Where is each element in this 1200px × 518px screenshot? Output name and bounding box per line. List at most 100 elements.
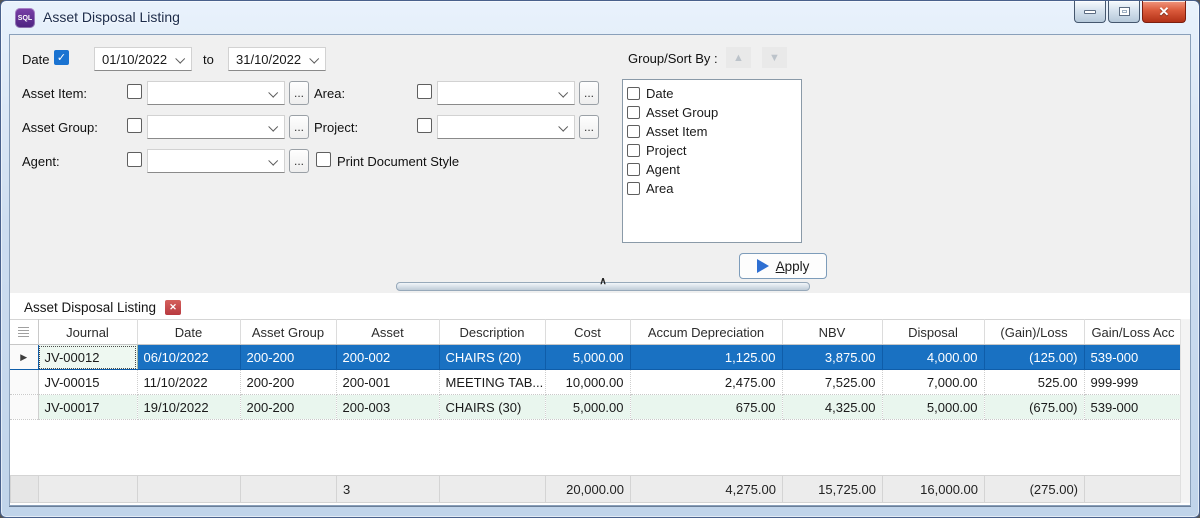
footer-cell (1085, 476, 1183, 503)
grid-cell[interactable]: CHAIRS (20) (439, 345, 545, 370)
asset-item-browse-button[interactable]: ... (289, 81, 309, 105)
print-document-style-checkbox[interactable] (316, 152, 331, 167)
column-header[interactable]: NBV (782, 320, 882, 345)
maximize-button[interactable] (1108, 1, 1140, 23)
footer-cell (39, 476, 138, 503)
area-browse-button[interactable]: ... (579, 81, 599, 105)
grid-cell[interactable]: 4,000.00 (882, 345, 984, 370)
option-checkbox[interactable] (627, 144, 640, 157)
grid-cell[interactable]: 4,325.00 (782, 395, 882, 420)
grid-cell[interactable]: 539-000 (1084, 345, 1182, 370)
grid-cell[interactable]: CHAIRS (30) (439, 395, 545, 420)
agent-browse-button[interactable]: ... (289, 149, 309, 173)
column-header[interactable]: Cost (545, 320, 630, 345)
group-sort-option[interactable]: Asset Item (627, 122, 801, 141)
vertical-scrollbar[interactable] (1180, 319, 1190, 503)
group-sort-option[interactable]: Project (627, 141, 801, 160)
table-row[interactable]: JV-0001719/10/2022200-200200-003CHAIRS (… (10, 395, 1182, 420)
project-browse-button[interactable]: ... (579, 115, 599, 139)
column-header[interactable]: (Gain)/Loss (984, 320, 1084, 345)
play-icon (757, 259, 769, 273)
table-footer: 320,000.004,275.0015,725.0016,000.00(275… (10, 475, 1183, 503)
date-to-combo[interactable]: 31/10/2022 (228, 47, 326, 71)
grid-cell[interactable]: 200-200 (240, 370, 336, 395)
grid-cell[interactable]: 5,000.00 (545, 345, 630, 370)
option-checkbox[interactable] (627, 106, 640, 119)
grid-cell[interactable]: 10,000.00 (545, 370, 630, 395)
option-checkbox[interactable] (627, 182, 640, 195)
move-up-button[interactable]: ▲ (726, 47, 751, 68)
group-sort-listbox[interactable]: DateAsset GroupAsset ItemProjectAgentAre… (622, 79, 802, 243)
option-checkbox[interactable] (627, 125, 640, 138)
grid-cell[interactable]: 675.00 (630, 395, 782, 420)
project-combo[interactable] (437, 115, 575, 139)
move-down-button[interactable]: ▼ (762, 47, 787, 68)
asset-item-combo[interactable] (147, 81, 285, 105)
grid-cell[interactable]: 200-001 (336, 370, 439, 395)
grid-cell[interactable]: 999-999 (1084, 370, 1182, 395)
area-checkbox[interactable] (417, 84, 432, 99)
tab-close-button[interactable]: ✕ (165, 300, 181, 315)
group-sort-label: Group/Sort By : (628, 51, 718, 66)
area-combo[interactable] (437, 81, 575, 105)
grid-cell[interactable]: 1,125.00 (630, 345, 782, 370)
option-checkbox[interactable] (627, 87, 640, 100)
grid-cell[interactable]: 5,000.00 (882, 395, 984, 420)
grid-cell[interactable]: 200-200 (240, 345, 336, 370)
grid-cell[interactable]: JV-00015 (38, 370, 137, 395)
date-from-combo[interactable]: 01/10/2022 (94, 47, 192, 71)
table-row[interactable]: JV-0001511/10/2022200-200200-001MEETING … (10, 370, 1182, 395)
date-checkbox[interactable]: ✓ (54, 50, 69, 65)
column-header[interactable]: Date (137, 320, 240, 345)
grid-cell[interactable]: 200-003 (336, 395, 439, 420)
grid-cell[interactable]: 7,525.00 (782, 370, 882, 395)
group-sort-option[interactable]: Asset Group (627, 103, 801, 122)
grid-cell[interactable]: 200-200 (240, 395, 336, 420)
check-icon: ✓ (57, 51, 66, 64)
grid-cell[interactable]: 5,000.00 (545, 395, 630, 420)
column-header[interactable]: Asset (336, 320, 439, 345)
grid-cell[interactable]: 2,475.00 (630, 370, 782, 395)
row-indicator-header[interactable] (10, 320, 38, 345)
group-sort-option[interactable]: Date (627, 84, 801, 103)
grid-cell[interactable]: 200-002 (336, 345, 439, 370)
column-header[interactable]: Disposal (882, 320, 984, 345)
project-checkbox[interactable] (417, 118, 432, 133)
grid-cell[interactable]: 19/10/2022 (137, 395, 240, 420)
asset-item-checkbox[interactable] (127, 84, 142, 99)
grid-cell[interactable]: 3,875.00 (782, 345, 882, 370)
footer-row: 320,000.004,275.0015,725.0016,000.00(275… (11, 476, 1183, 503)
close-button[interactable]: ✕ (1142, 1, 1186, 23)
table-row[interactable]: ▶JV-0001206/10/2022200-200200-002CHAIRS … (10, 345, 1182, 370)
grid-cell[interactable]: MEETING TAB... (439, 370, 545, 395)
group-sort-option[interactable]: Agent (627, 160, 801, 179)
column-header[interactable]: Accum Depreciation (630, 320, 782, 345)
grid-cell[interactable]: JV-00017 (38, 395, 137, 420)
grid-cell[interactable]: 06/10/2022 (137, 345, 240, 370)
option-checkbox[interactable] (627, 163, 640, 176)
agent-checkbox[interactable] (127, 152, 142, 167)
footer-cell: 20,000.00 (546, 476, 631, 503)
column-header[interactable]: Description (439, 320, 545, 345)
agent-combo[interactable] (147, 149, 285, 173)
column-header[interactable]: Asset Group (240, 320, 336, 345)
grid-cell[interactable]: 7,000.00 (882, 370, 984, 395)
tab-label: Asset Disposal Listing (24, 300, 156, 315)
grid-cell[interactable]: 525.00 (984, 370, 1084, 395)
column-header[interactable]: Gain/Loss Acc (1084, 320, 1182, 345)
asset-group-checkbox[interactable] (127, 118, 142, 133)
group-sort-option[interactable]: Area (627, 179, 801, 198)
grid-cell[interactable]: 11/10/2022 (137, 370, 240, 395)
minimize-button[interactable] (1074, 1, 1106, 23)
column-header[interactable]: Journal (38, 320, 137, 345)
grid-cell[interactable]: 539-000 (1084, 395, 1182, 420)
apply-button[interactable]: Apply (739, 253, 827, 279)
panel-splitter[interactable]: ∧ (396, 282, 810, 291)
grid-cell[interactable]: (125.00) (984, 345, 1084, 370)
title-bar[interactable]: SQL Asset Disposal Listing ✕ (1, 1, 1199, 34)
grid-cell[interactable]: (675.00) (984, 395, 1084, 420)
tab-asset-disposal-listing[interactable]: Asset Disposal Listing ✕ (16, 295, 189, 319)
grid-cell[interactable]: JV-00012 (38, 345, 137, 370)
asset-group-browse-button[interactable]: ... (289, 115, 309, 139)
asset-group-combo[interactable] (147, 115, 285, 139)
